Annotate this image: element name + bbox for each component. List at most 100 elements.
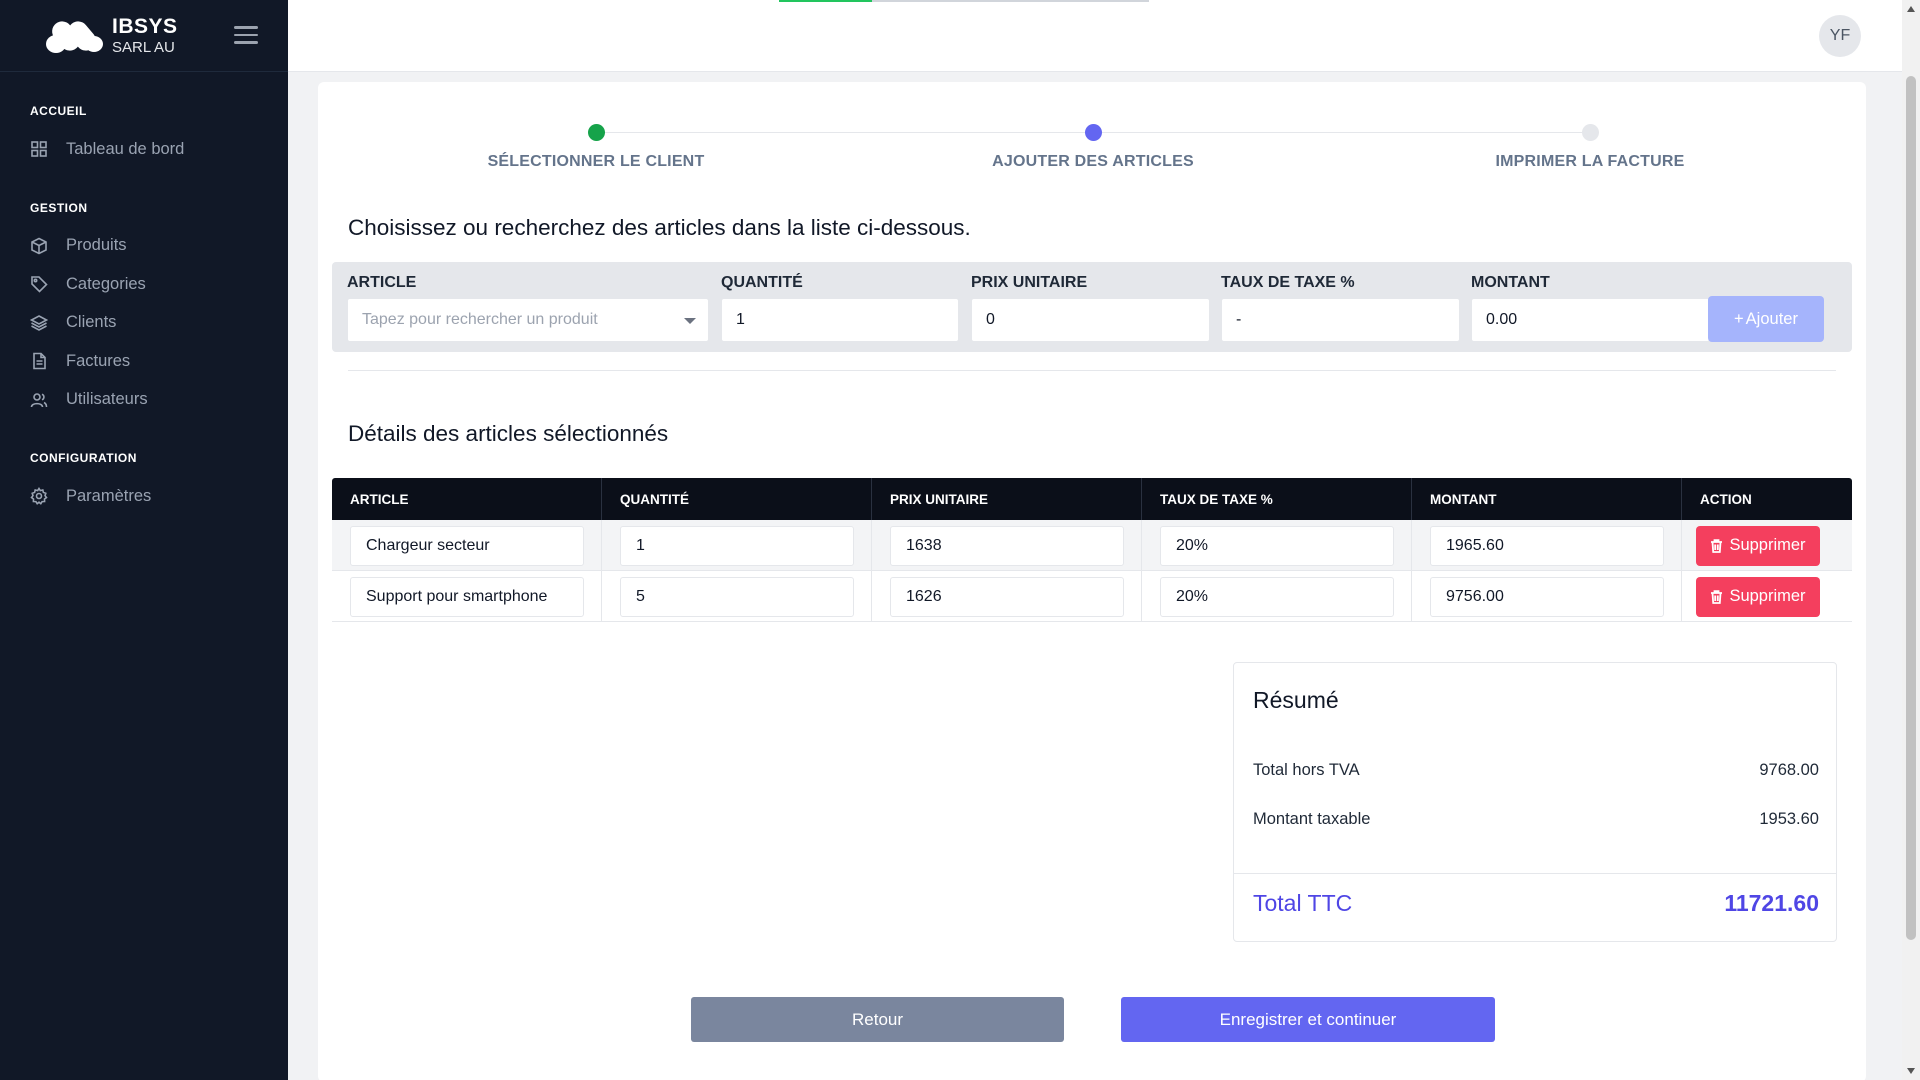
delete-button-label: Supprimer (1729, 536, 1806, 554)
unit-price-input[interactable]: 0 (971, 298, 1210, 342)
nav-section-accueil: ACCUEIL Tableau de bord (0, 104, 288, 169)
topbar: YF (288, 0, 1902, 72)
taxable-row: Montant taxable 1953.60 (1253, 810, 1819, 829)
column-header: MONTANT (1412, 478, 1682, 520)
summary-title: Résumé (1253, 687, 1339, 713)
step-add-articles[interactable]: AJOUTER DES ARTICLES (943, 122, 1243, 171)
articles-table: ARTICLE QUANTITÉ PRIX UNITAIRE TAUX DE T… (332, 478, 1852, 622)
taxable-label: Montant taxable (1253, 810, 1371, 828)
row-tax-input[interactable]: 20% (1160, 525, 1394, 566)
add-article-button[interactable]: + Ajouter (1708, 296, 1824, 342)
add-article-form: ARTICLE Tapez pour rechercher un produit… (332, 262, 1852, 352)
trash-icon (1711, 589, 1723, 604)
box-icon (31, 237, 47, 255)
tax-label: TAUX DE TAXE % (1221, 274, 1355, 291)
column-header: ARTICLE (332, 478, 602, 520)
step-label: IMPRIMER LA FACTURE (1495, 153, 1685, 170)
row-quantity-input[interactable]: 5 (620, 576, 854, 617)
avatar[interactable]: YF (1819, 15, 1861, 57)
row-unit-price-input[interactable]: 1626 (890, 576, 1124, 617)
taxable-value: 1953.60 (1759, 810, 1819, 828)
stepper: SÉLECTIONNER LE CLIENT AJOUTER DES ARTIC… (318, 122, 1866, 182)
nav-section-configuration: CONFIGURATION Paramètres (0, 451, 288, 516)
row-unit-price-input[interactable]: 1638 (890, 525, 1124, 566)
page-progress-fill (779, 0, 872, 2)
sidebar-item-label: Categories (66, 274, 146, 293)
row-amount-input[interactable]: 9756.00 (1430, 576, 1664, 617)
sidebar-item-clients[interactable]: Clients (30, 304, 288, 343)
unit-price-label: PRIX UNITAIRE (971, 274, 1088, 291)
column-header: TAUX DE TAXE % (1142, 478, 1412, 520)
amount-label: MONTANT (1471, 274, 1550, 291)
trash-icon (1711, 538, 1723, 553)
step-select-client[interactable]: SÉLECTIONNER LE CLIENT (446, 122, 746, 171)
divider (348, 370, 1836, 371)
row-tax-input[interactable]: 20% (1160, 576, 1394, 617)
sidebar-item-label: Tableau de bord (66, 139, 185, 158)
sidebar-item-label: Clients (66, 313, 117, 332)
nav-heading: ACCUEIL (30, 104, 87, 118)
total-row: Total TTC 11721.60 (1253, 890, 1819, 917)
details-title: Détails des articles sélectionnés (348, 421, 669, 446)
total-value: 11721.60 (1724, 890, 1819, 916)
table-row: Support pour smartphone 5 1626 20% 9756.… (332, 571, 1852, 622)
sidebar-item-label: Produits (66, 236, 127, 255)
brand: IBSYS SARL AU (0, 0, 288, 72)
add-button-label: Ajouter (1745, 309, 1798, 328)
column-header: ACTION (1700, 491, 1752, 507)
brand-logo-icon (42, 14, 106, 58)
sidebar-item-factures[interactable]: Factures (30, 342, 288, 381)
sidebar-item-label: Utilisateurs (66, 390, 148, 409)
nav-section-gestion: GESTION Produits Categories Clients Fact… (0, 201, 288, 420)
total-label: Total TTC (1253, 890, 1353, 916)
menu-toggle-icon[interactable] (234, 26, 258, 46)
table-header: ARTICLE QUANTITÉ PRIX UNITAIRE TAUX DE T… (332, 478, 1852, 520)
page-progress-bar (779, 0, 1149, 2)
back-button[interactable]: Retour (691, 997, 1064, 1042)
layers-icon (30, 314, 48, 331)
brand-subtitle: SARL AU (112, 38, 175, 56)
sidebar: IBSYS SARL AU ACCUEIL Tableau de bord GE… (0, 0, 288, 1080)
delete-row-button[interactable]: Supprimer (1696, 576, 1820, 617)
gear-icon (30, 487, 48, 506)
tax-input[interactable]: - (1221, 298, 1460, 342)
scrollbar[interactable] (1902, 0, 1920, 1080)
amount-input[interactable]: 0.00 (1471, 298, 1710, 342)
row-quantity-input[interactable]: 1 (620, 525, 854, 566)
sidebar-item-tableau-de-bord[interactable]: Tableau de bord (30, 130, 288, 169)
row-article-input[interactable]: Support pour smartphone (350, 576, 584, 617)
step-dot-current (1084, 124, 1102, 141)
sidebar-item-produits[interactable]: Produits (30, 227, 288, 266)
quantity-input[interactable]: 1 (721, 298, 959, 342)
nav-heading: GESTION (30, 200, 88, 215)
row-amount-input[interactable]: 1965.60 (1430, 525, 1664, 566)
users-icon (30, 392, 48, 407)
step-print-invoice[interactable]: IMPRIMER LA FACTURE (1440, 122, 1740, 171)
scroll-thumb[interactable] (1906, 76, 1916, 940)
column-header: QUANTITÉ (602, 478, 872, 520)
sidebar-item-parametres[interactable]: Paramètres (30, 477, 288, 516)
sidebar-item-categories[interactable]: Categories (30, 265, 288, 304)
save-continue-button[interactable]: Enregistrer et continuer (1121, 997, 1495, 1042)
nav-heading: CONFIGURATION (30, 451, 137, 465)
subtotal-row: Total hors TVA 9768.00 (1253, 761, 1819, 780)
subtotal-label: Total hors TVA (1253, 761, 1360, 779)
tag-icon (31, 276, 48, 293)
scroll-down-icon[interactable] (1907, 1068, 1915, 1074)
scroll-up-icon[interactable] (1907, 6, 1915, 12)
article-label: ARTICLE (347, 274, 417, 291)
row-article-input[interactable]: Chargeur secteur (350, 525, 584, 566)
quantity-label: QUANTITÉ (721, 274, 803, 291)
form-title: Choisissez ou recherchez des articles da… (348, 215, 971, 240)
chevron-down-icon (684, 318, 696, 324)
invoice-wizard-card: SÉLECTIONNER LE CLIENT AJOUTER DES ARTIC… (318, 82, 1866, 1080)
article-placeholder: Tapez pour rechercher un produit (362, 311, 598, 328)
sidebar-item-label: Paramètres (66, 486, 152, 505)
delete-row-button[interactable]: Supprimer (1696, 525, 1820, 566)
sidebar-item-utilisateurs[interactable]: Utilisateurs (30, 381, 288, 420)
summary-divider (1234, 873, 1836, 874)
summary-panel: Résumé Total hors TVA 9768.00 Montant ta… (1233, 662, 1837, 942)
dashboard-icon (31, 141, 47, 158)
sidebar-item-label: Factures (66, 351, 131, 370)
article-select[interactable]: Tapez pour rechercher un produit (347, 298, 709, 342)
